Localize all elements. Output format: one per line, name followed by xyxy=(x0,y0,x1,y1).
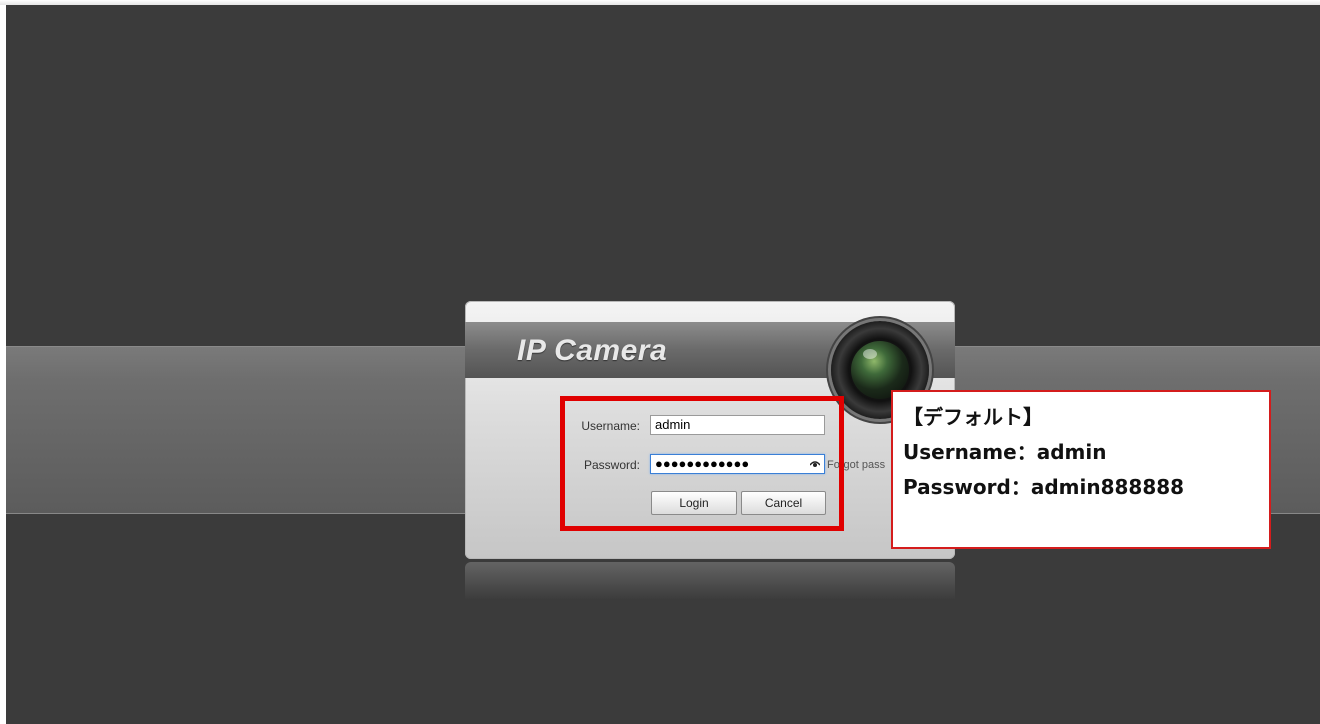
default-credentials-callout: 【デフォルト】 Username：admin Password：admin888… xyxy=(891,390,1271,549)
callout-username: Username：admin xyxy=(903,440,1107,464)
callout-password: Password：admin888888 xyxy=(903,475,1185,499)
dialog-reflection xyxy=(465,562,955,600)
callout-heading: 【デフォルト】 xyxy=(903,405,1043,429)
top-border xyxy=(0,0,1320,5)
form-highlight-box xyxy=(560,396,844,531)
